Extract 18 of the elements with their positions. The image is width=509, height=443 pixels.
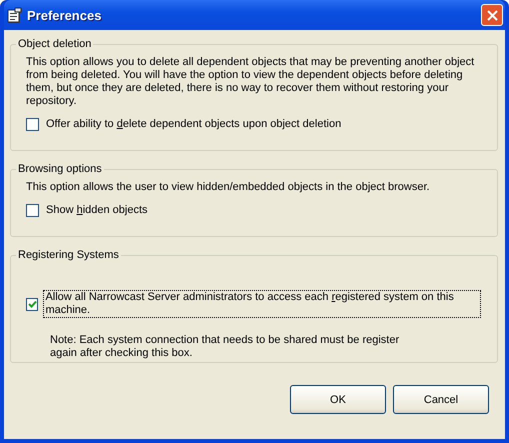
description-text: This option allows you to delete all dependent objects that may be preventing another object from being deleted. You will have the option to view the dependent objects before deleting them, but once they are deleted, there is no way to recover them without restoring your repository. <box>26 56 476 108</box>
group-title: Object deletion <box>17 38 92 50</box>
document-icon <box>6 7 22 23</box>
description-text: This option allows the user to view hidden/embedded objects in the object browser. <box>26 181 431 194</box>
checkbox-label[interactable]: Allow all Narrowcast Server administrators to access each registered system on this machine. <box>43 290 481 318</box>
checkbox-label[interactable]: Show hidden objects <box>44 203 150 218</box>
dialog-button[interactable]: Cancel <box>393 385 489 414</box>
checkbox[interactable] <box>26 118 39 131</box>
group-title: Registering Systems <box>17 249 120 261</box>
window-title: Preferences <box>27 8 102 22</box>
checkbox[interactable] <box>26 204 39 217</box>
dialog-button[interactable]: OK <box>290 385 386 414</box>
checkbox-label[interactable]: Offer ability to delete dependent objects upon object deletion <box>44 117 344 132</box>
group-title: Browsing options <box>17 163 103 175</box>
note-text: Note: Each system connection that needs to be shared must be register again after checking this box. <box>50 334 400 360</box>
checkbox[interactable] <box>26 298 38 310</box>
close-icon <box>486 10 498 20</box>
close-button[interactable] <box>481 4 503 26</box>
